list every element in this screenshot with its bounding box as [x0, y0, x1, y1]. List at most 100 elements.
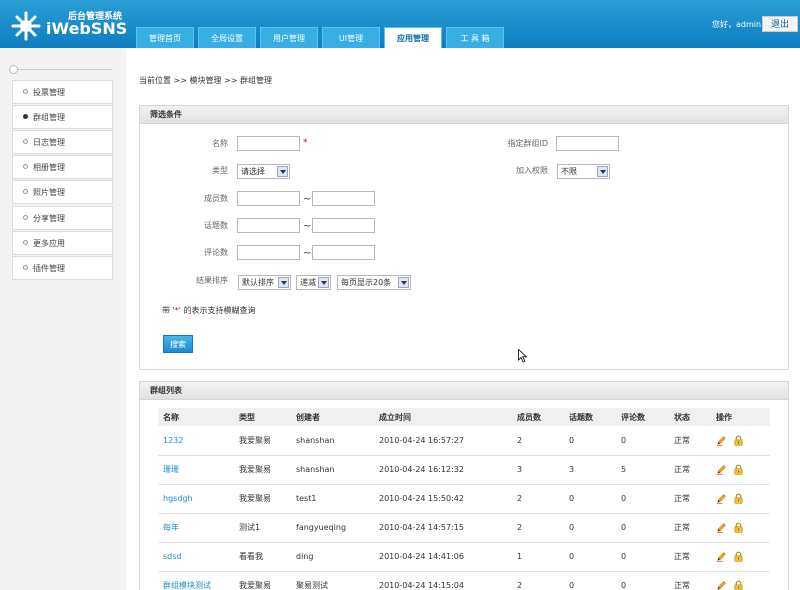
join-permission-select[interactable]: 不限	[557, 164, 610, 179]
chevron-down-icon[interactable]	[398, 277, 409, 288]
sidebar-item-groups[interactable]: 群组管理	[12, 105, 113, 129]
pencil-icon[interactable]	[716, 551, 727, 562]
cell-status: 正常	[669, 513, 711, 543]
cell-topics: 0	[564, 426, 616, 456]
cell-topics: 0	[564, 484, 616, 514]
cell-status: 正常	[669, 426, 711, 456]
cell-actions	[711, 484, 770, 514]
lock-icon[interactable]	[733, 464, 744, 475]
tab-user-management[interactable]: 用户管理	[260, 27, 318, 48]
sidebar-item-albums[interactable]: 相册管理	[12, 155, 113, 179]
type-label: 类型	[212, 166, 228, 175]
sort-order-select[interactable]: 递减	[296, 275, 331, 290]
sort-select-value: 默认排序	[242, 278, 274, 287]
sidebar-item-votes[interactable]: 投票管理	[12, 80, 113, 104]
tab-ui-management[interactable]: UI管理	[322, 27, 380, 48]
col-actions: 操作	[711, 408, 770, 426]
pencil-icon[interactable]	[716, 435, 727, 446]
cell-status: 正常	[669, 455, 711, 485]
group-table-body: 1232 我爱聚易 shanshan 2010-04-24 16:57:27 2 0 0 正常…	[158, 426, 770, 590]
pencil-icon[interactable]	[716, 580, 727, 590]
group-table: 名称 类型 创建者 成立时间 成员数 话题数 评论数 状态 操作 1232 我爱聚…	[158, 408, 770, 590]
sidebar-item-shares[interactable]: 分享管理	[12, 206, 113, 230]
cell-type: 我爱聚易	[234, 426, 291, 456]
topics-min-input[interactable]	[237, 218, 300, 233]
cell-members: 2	[512, 513, 564, 543]
cell-actions	[711, 571, 770, 590]
order-select-value: 递减	[300, 278, 316, 287]
lock-icon[interactable]	[733, 551, 744, 562]
type-select[interactable]: 请选择	[237, 164, 290, 179]
cell-name[interactable]: hgsdgh	[158, 484, 234, 514]
pencil-icon[interactable]	[716, 464, 727, 475]
tab-global-settings[interactable]: 全局设置	[198, 27, 256, 48]
per-page-select[interactable]: 每页显示20条	[337, 275, 411, 290]
pencil-icon[interactable]	[716, 522, 727, 533]
cell-members: 1	[512, 542, 564, 572]
lock-icon[interactable]	[733, 580, 744, 590]
cell-members: 3	[512, 455, 564, 485]
lock-icon[interactable]	[733, 435, 744, 446]
cell-name[interactable]: 每年	[158, 513, 234, 543]
sidebar-collapse-handle[interactable]	[9, 65, 112, 74]
sidebar-item-blogs[interactable]: 日志管理	[12, 130, 113, 154]
cell-actions	[711, 455, 770, 485]
handle-knob-icon[interactable]	[9, 65, 18, 74]
col-type: 类型	[234, 408, 291, 426]
cell-status: 正常	[669, 484, 711, 514]
cell-type: 我爱聚易	[234, 571, 291, 590]
cell-comments: 0	[616, 542, 669, 572]
group-id-label: 指定群组ID	[507, 139, 548, 148]
cell-type: 测试1	[234, 513, 291, 543]
cell-name[interactable]: 1232	[158, 426, 234, 456]
group-id-input[interactable]	[556, 136, 619, 151]
filter-panel: 筛选条件 名称 * 指定群组ID 类型 请选择 加入权限 不限 成员数 ~ 话题…	[139, 105, 789, 370]
chevron-down-icon[interactable]	[597, 166, 608, 177]
lock-icon[interactable]	[733, 522, 744, 533]
cell-name[interactable]: 珊珊	[158, 455, 234, 485]
sidebar-item-more-apps[interactable]: 更多应用	[12, 231, 113, 255]
bullet-icon	[23, 189, 28, 194]
comments-min-input[interactable]	[237, 245, 300, 260]
required-mark: *	[303, 138, 308, 148]
sort-field-select[interactable]: 默认排序	[238, 275, 291, 290]
sidebar-item-label: 群组管理	[33, 113, 65, 122]
sidebar-item-photos[interactable]: 照片管理	[12, 180, 113, 204]
pencil-icon[interactable]	[716, 493, 727, 504]
table-row: 群组模块测试 我爱聚易 聚易测试 2010-04-24 14:15:04 2 0 0 正常	[158, 571, 770, 590]
comments-max-input[interactable]	[312, 245, 375, 260]
chevron-down-icon[interactable]	[318, 277, 329, 288]
col-created-time: 成立时间	[374, 408, 512, 426]
cell-name[interactable]: sdsd	[158, 542, 234, 572]
logout-button[interactable]: 退出	[762, 16, 798, 32]
chevron-down-icon[interactable]	[278, 277, 289, 288]
bullet-icon	[23, 215, 28, 220]
col-name: 名称	[158, 408, 234, 426]
name-input[interactable]	[237, 136, 300, 151]
search-button[interactable]: 搜索	[163, 335, 193, 353]
table-row: hgsdgh 我爱聚易 test1 2010-04-24 15:50:42 2 0 0 正常	[158, 484, 770, 514]
mouse-cursor-icon	[518, 349, 528, 363]
tab-home[interactable]: 管理首页	[136, 27, 194, 48]
cell-comments: 0	[616, 571, 669, 590]
chevron-down-icon[interactable]	[277, 166, 288, 177]
per-page-select-value: 每页显示20条	[341, 278, 392, 287]
col-status: 状态	[669, 408, 711, 426]
lock-icon[interactable]	[733, 493, 744, 504]
table-row: sdsd 看看我 ding 2010-04-24 14:41:06 1 0 0 正常	[158, 542, 770, 572]
cell-topics: 0	[564, 571, 616, 590]
cell-topics: 3	[564, 455, 616, 485]
cell-name[interactable]: 群组模块测试	[158, 571, 234, 590]
members-min-input[interactable]	[237, 191, 300, 206]
members-max-input[interactable]	[312, 191, 375, 206]
welcome-text: 您好，admin	[712, 20, 762, 29]
sidebar-item-label: 相册管理	[33, 163, 65, 172]
cell-topics: 0	[564, 542, 616, 572]
tab-app-management[interactable]: 应用管理	[384, 27, 442, 48]
group-list-title: 群组列表	[140, 382, 788, 400]
tab-toolbox[interactable]: 工 具 箱	[446, 27, 504, 48]
sidebar-item-plugins[interactable]: 插件管理	[12, 256, 113, 280]
cell-time: 2010-04-24 14:57:15	[374, 513, 512, 543]
topics-max-input[interactable]	[312, 218, 375, 233]
cell-comments: 0	[616, 484, 669, 514]
